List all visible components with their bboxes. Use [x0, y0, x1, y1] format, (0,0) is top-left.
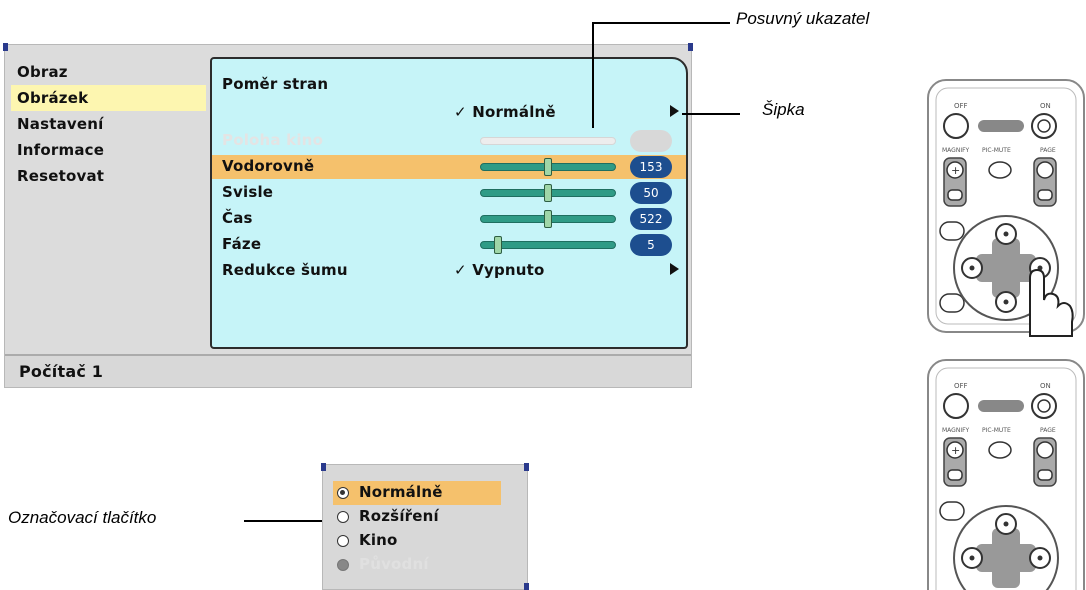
horizontal-slider[interactable]: [480, 158, 616, 176]
remote-off-label: OFF: [954, 102, 968, 110]
radio-disabled-icon: [337, 559, 349, 571]
slider-knob[interactable]: [544, 184, 552, 202]
menu-button: [939, 501, 965, 521]
aspect-ratio-row[interactable]: Poměr stran: [212, 73, 686, 97]
cinema-position-slider: [480, 137, 616, 145]
radio-option-native: Původní: [333, 553, 501, 577]
radio-checked-icon[interactable]: [337, 487, 349, 499]
remote-picmute-label: PIC-MUTE: [982, 427, 1011, 434]
menu-button: [939, 221, 965, 241]
remote-on-label: ON: [1040, 102, 1051, 110]
menu-item-obraz[interactable]: Obraz: [11, 59, 206, 85]
vertical-value-badge: 50: [630, 182, 672, 204]
remote-control-pressing-illustration: OFF ON MAGNIFY PIC-MUTE PAGE +: [927, 79, 1085, 337]
cinema-position-label: Poloha kino: [222, 131, 324, 149]
aspect-ratio-value: ✓ Normálně: [454, 103, 556, 121]
clock-label: Čas: [222, 209, 253, 227]
window-corner-marker: [688, 43, 693, 51]
menu-item-nastaveni[interactable]: Nastavení: [11, 111, 206, 137]
radio-option-cinema[interactable]: Kino: [333, 529, 501, 553]
horizontal-row[interactable]: Vodorovně 153: [212, 155, 686, 179]
radio-option-label: Normálně: [359, 483, 443, 501]
noise-reduction-value: ✓ Vypnuto: [454, 261, 545, 279]
noise-reduction-row[interactable]: Redukce šumu ✓ Vypnuto: [212, 259, 686, 283]
svg-text:+: +: [951, 444, 960, 457]
cinema-position-value-badge: [630, 130, 672, 152]
slider-callout-label: Posuvný ukazatel: [736, 9, 870, 28]
vertical-slider[interactable]: [480, 184, 616, 202]
aspect-ratio-dialog: Normálně Rozšíření Kino Původní: [321, 463, 529, 590]
power-slider: [978, 400, 1024, 412]
submenu-arrow-icon[interactable]: [670, 263, 679, 275]
menu-item-obrazek[interactable]: Obrázek: [11, 85, 206, 111]
window-corner-marker: [524, 463, 529, 471]
vertical-label: Svisle: [222, 183, 274, 201]
clock-row[interactable]: Čas 522: [212, 207, 686, 231]
remote-picmute-label: PIC-MUTE: [982, 147, 1011, 154]
remote-off-label: OFF: [954, 382, 968, 390]
radio-option-normal[interactable]: Normálně: [333, 481, 501, 505]
slider-knob[interactable]: [494, 236, 502, 254]
settings-panel: Poměr stran ✓ Normálně Poloha kino Vodor…: [210, 57, 688, 349]
menu-item-informace[interactable]: Informace: [11, 137, 206, 163]
power-off-button: [943, 393, 969, 419]
slider-callout-leader: [592, 22, 594, 128]
radio-option-label: Původní: [359, 555, 429, 573]
window-corner-marker: [321, 463, 326, 471]
remote-page-label: PAGE: [1040, 147, 1056, 154]
radio-callout-leader: [244, 520, 326, 522]
phase-row[interactable]: Fáze 5: [212, 233, 686, 257]
slider-callout-leader: [592, 22, 730, 24]
clock-value-badge: 522: [630, 208, 672, 230]
menu-item-resetovat[interactable]: Resetovat: [11, 163, 206, 189]
phase-label: Fáze: [222, 235, 262, 253]
picmute-button: [988, 161, 1012, 179]
osd-window: Obraz Obrázek Nastavení Informace Reseto…: [3, 43, 693, 388]
horizontal-label: Vodorovně: [222, 157, 315, 175]
window-corner-marker: [3, 43, 8, 51]
remote-magnify-label: MAGNIFY: [942, 147, 970, 154]
radio-unchecked-icon[interactable]: [337, 511, 349, 523]
svg-text:+: +: [951, 164, 960, 177]
submenu-arrow-icon[interactable]: [670, 105, 679, 117]
vertical-row[interactable]: Svisle 50: [212, 181, 686, 205]
phase-slider[interactable]: [480, 236, 616, 254]
slider-knob[interactable]: [544, 158, 552, 176]
radio-option-zoom[interactable]: Rozšíření: [333, 505, 501, 529]
arrow-callout-leader: [682, 113, 740, 115]
radio-option-label: Kino: [359, 531, 398, 549]
cinema-position-row: Poloha kino: [212, 129, 686, 153]
aspect-ratio-value-row[interactable]: ✓ Normálně: [212, 101, 686, 125]
remote-control-illustration: OFF ON MAGNIFY PIC-MUTE PAGE +: [927, 359, 1085, 590]
aspect-ratio-label: Poměr stran: [222, 75, 329, 93]
exit-button: [939, 293, 965, 313]
radio-callout-label: Označovací tlačítko: [8, 508, 157, 527]
clock-slider[interactable]: [480, 210, 616, 228]
window-corner-marker: [524, 583, 529, 590]
power-slider: [978, 120, 1024, 132]
slider-knob[interactable]: [544, 210, 552, 228]
remote-magnify-label: MAGNIFY: [942, 427, 970, 434]
noise-reduction-label: Redukce šumu: [222, 261, 348, 279]
power-off-button: [943, 113, 969, 139]
input-source-label: Počítač 1: [19, 362, 104, 381]
picmute-button: [988, 441, 1012, 459]
phase-value-badge: 5: [630, 234, 672, 256]
radio-unchecked-icon[interactable]: [337, 535, 349, 547]
horizontal-value-badge: 153: [630, 156, 672, 178]
arrow-callout-label: Šipka: [762, 100, 805, 119]
radio-option-label: Rozšíření: [359, 507, 439, 525]
remote-on-label: ON: [1040, 382, 1051, 390]
remote-page-label: PAGE: [1040, 427, 1056, 434]
status-bar: Počítač 1: [5, 354, 691, 387]
